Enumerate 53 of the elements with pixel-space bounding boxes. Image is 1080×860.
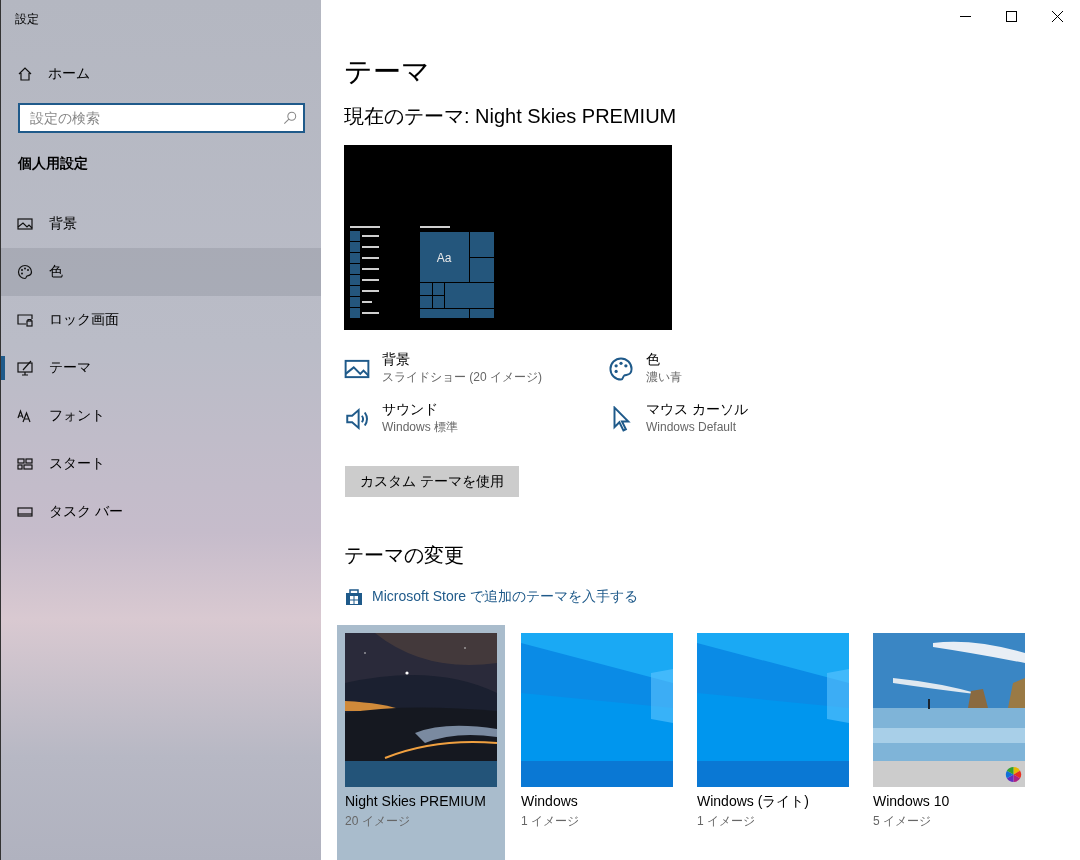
- theme-name: Windows (ライト): [697, 792, 810, 810]
- home-icon: [17, 66, 33, 82]
- attribute-value: Windows 標準: [382, 419, 458, 436]
- nav-item[interactable]: テーマ: [1, 344, 321, 392]
- search-field[interactable]: 設定の検索: [18, 103, 305, 133]
- attribute-title[interactable]: マウス カーソル: [646, 400, 748, 418]
- home-link[interactable]: ホーム: [1, 62, 106, 86]
- tile-label: Aa: [436, 251, 452, 265]
- color-wheel-icon: [1005, 765, 1022, 783]
- close-icon: [1051, 10, 1063, 22]
- font-icon: [17, 408, 33, 424]
- nav-item[interactable]: フォント: [1, 392, 321, 440]
- palette-icon: [17, 264, 33, 280]
- nav-item[interactable]: ロック画面: [1, 296, 321, 344]
- theme-card[interactable]: Windows 1 イメージ: [513, 625, 681, 860]
- attribute-value: 濃い青: [646, 369, 682, 386]
- taskbar-icon: [17, 504, 33, 520]
- maximize-icon: [1005, 10, 1017, 22]
- attribute-value: Windows Default: [646, 419, 738, 436]
- attribute-title[interactable]: 色: [646, 350, 682, 368]
- window-title: 設定: [14, 11, 39, 28]
- nav-item[interactable]: タスク バー: [1, 488, 321, 536]
- image-count: 1 イメージ: [697, 813, 756, 830]
- attribute-title[interactable]: サウンド: [382, 400, 458, 418]
- palette-icon: [608, 356, 634, 382]
- picture-icon: [17, 216, 33, 232]
- image-count: 20 イメージ: [345, 813, 411, 830]
- speaker-icon: [344, 406, 370, 432]
- theme-card[interactable]: Windows (ライト) 1 イメージ: [689, 625, 857, 860]
- nav-item[interactable]: 色: [1, 248, 321, 296]
- selection-indicator: [1, 356, 5, 380]
- current-theme: 現在のテーマ: Night Skies PREMIUM: [344, 104, 678, 128]
- theme-icon: [17, 360, 33, 376]
- lock-screen-icon: [17, 312, 33, 328]
- custom-theme-button[interactable]: カスタム テーマを使用: [345, 466, 519, 497]
- nav-item[interactable]: 背景: [1, 200, 321, 248]
- start-icon: [17, 456, 33, 472]
- theme-name: Windows 10: [873, 792, 951, 810]
- image-count: 5 イメージ: [873, 813, 932, 830]
- theme-card[interactable]: Windows 10 5 イメージ: [865, 625, 1033, 860]
- attribute-value: スライドショー (20 イメージ): [382, 369, 542, 386]
- attribute-title[interactable]: 背景: [382, 350, 542, 368]
- theme-name: Night Skies PREMIUM: [345, 792, 487, 810]
- theme-card[interactable]: Night Skies PREMIUM 20 イメージ: [337, 625, 505, 860]
- store-bag-icon: [344, 587, 364, 607]
- search-icon: [283, 111, 297, 125]
- nav-item[interactable]: スタート: [1, 440, 321, 488]
- store-link[interactable]: Microsoft Store で追加のテーマを入手する: [372, 588, 639, 606]
- section-heading: 個人用設定: [18, 155, 88, 173]
- image-count: 1 イメージ: [521, 813, 580, 830]
- theme-name: Windows: [521, 792, 579, 810]
- page-title: テーマ: [344, 55, 431, 89]
- section-heading: テーマの変更: [344, 543, 465, 567]
